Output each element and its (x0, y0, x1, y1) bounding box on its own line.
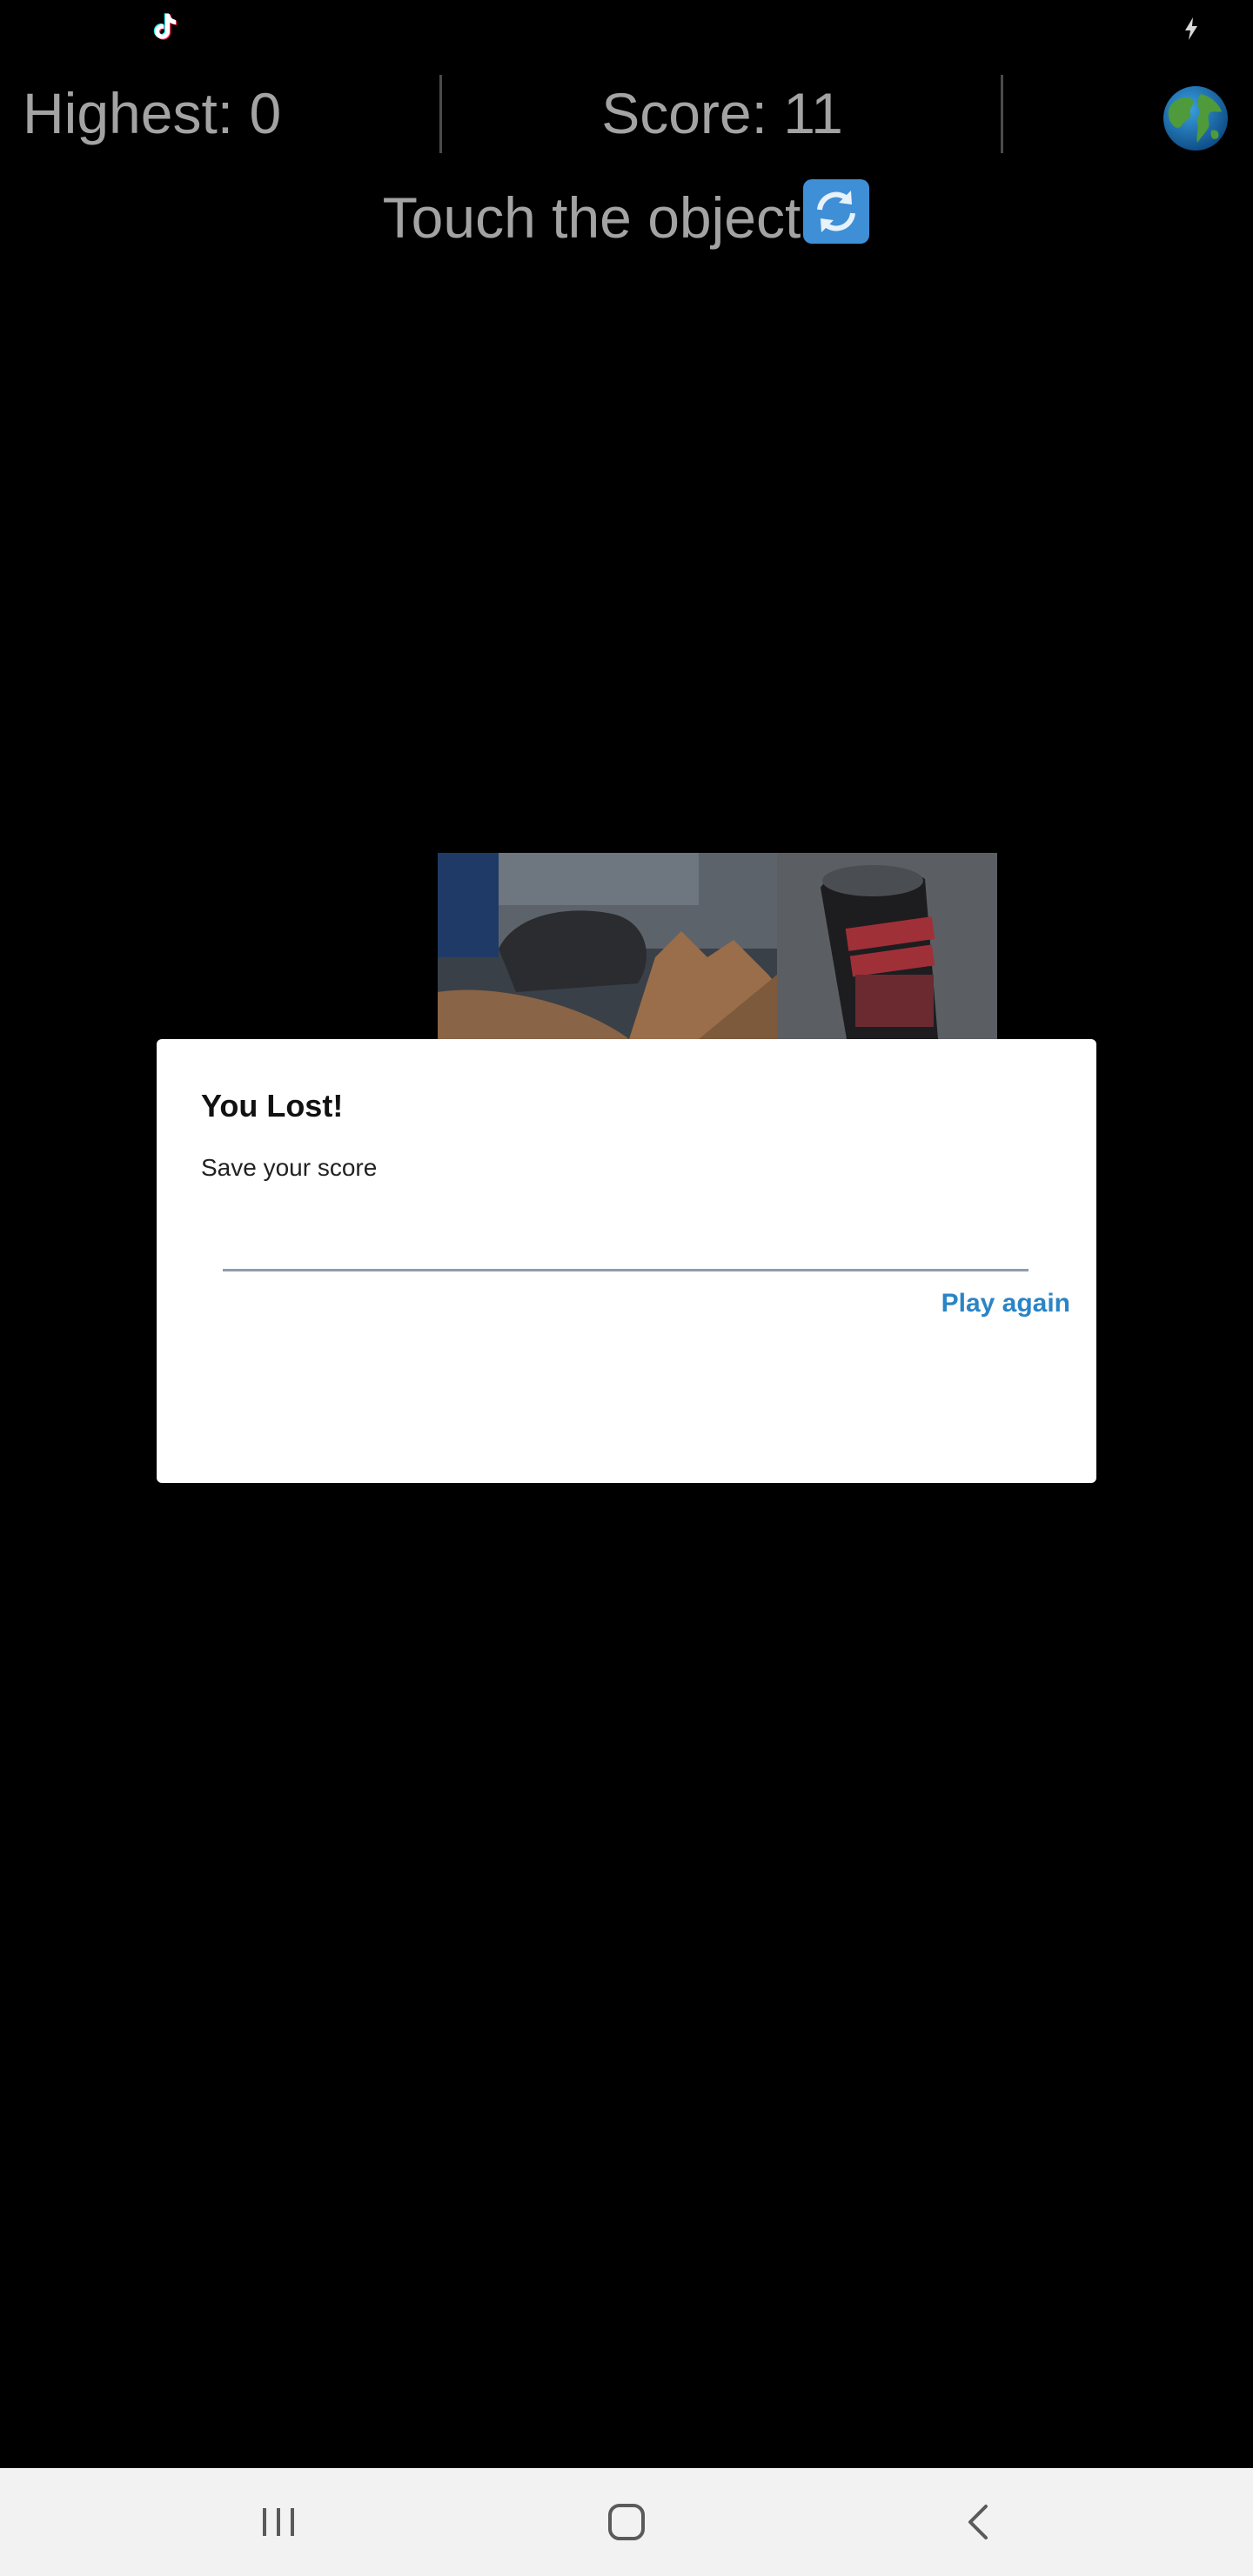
game-screen: Highest: 0 Score: 11 Touch the object Yo… (0, 0, 1253, 2576)
home-button[interactable] (583, 2487, 670, 2557)
highest-score-label: Highest: 0 (23, 81, 282, 145)
charging-icon (1185, 17, 1197, 40)
navigation-bar (0, 2468, 1253, 2576)
status-bar (0, 0, 1253, 56)
you-lost-dialog: You Lost! Save your score Play again (157, 1039, 1096, 1483)
recents-icon (263, 2508, 294, 2536)
back-button[interactable] (935, 2487, 1022, 2557)
dialog-message: Save your score (201, 1154, 378, 1181)
instruction-row: Touch the object (0, 178, 1253, 251)
header-divider (439, 75, 442, 153)
play-again-button[interactable]: Play again (896, 1272, 1070, 1335)
refresh-icon[interactable] (802, 178, 870, 245)
current-score-label: Score: 11 (601, 81, 843, 145)
score-header: Highest: 0 Score: 11 (0, 64, 1253, 160)
recents-button[interactable] (235, 2487, 322, 2557)
save-score-input[interactable] (223, 1196, 1029, 1271)
globe-icon[interactable] (1163, 85, 1229, 151)
header-divider (1001, 75, 1003, 153)
target-object-image[interactable] (438, 853, 997, 1039)
tiktok-icon (153, 13, 178, 40)
dialog-title: You Lost! (201, 1088, 344, 1124)
home-icon (608, 2504, 645, 2540)
back-icon (968, 2505, 988, 2539)
instruction-text: Touch the object (382, 185, 801, 250)
